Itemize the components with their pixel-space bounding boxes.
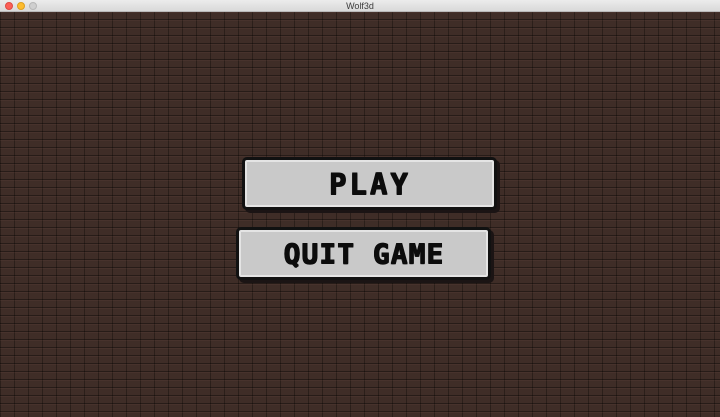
game-window: Wolf3d PLAY QUIT GAME: [0, 0, 720, 417]
play-button[interactable]: PLAY: [242, 157, 497, 210]
title-bar[interactable]: Wolf3d: [0, 0, 720, 12]
play-button-label: PLAY: [328, 166, 411, 201]
quit-game-button[interactable]: QUIT GAME: [236, 227, 491, 280]
window-title: Wolf3d: [346, 1, 374, 11]
brick-wall-background: [0, 12, 720, 417]
quit-game-button-label: QUIT GAME: [283, 237, 444, 270]
